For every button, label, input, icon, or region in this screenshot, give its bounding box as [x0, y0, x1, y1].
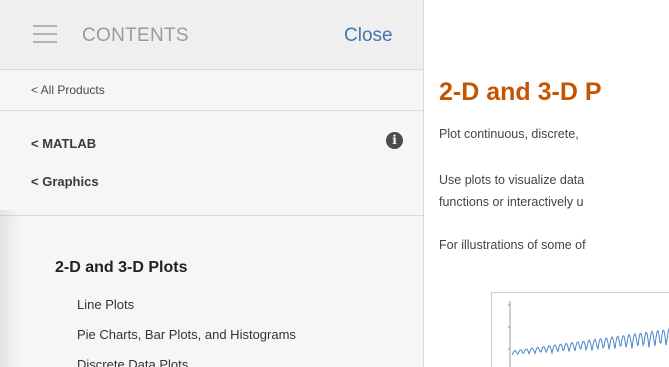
- sidebar-nav: 2-D and 3-D Plots Line Plots Pie Charts,…: [0, 217, 423, 367]
- breadcrumb-graphics[interactable]: < Graphics: [31, 174, 99, 189]
- close-button[interactable]: Close: [344, 25, 393, 47]
- sidebar-section-title[interactable]: 2-D and 3-D Plots: [55, 259, 187, 277]
- sidebar-item-line-plots[interactable]: Line Plots: [77, 297, 134, 312]
- breadcrumb: < MATLAB i < Graphics: [0, 112, 423, 216]
- illustrations-paragraph: For illustrations of some of: [439, 238, 586, 252]
- body-paragraph-line-2: functions or interactively u: [439, 195, 584, 209]
- all-products-link[interactable]: < All Products: [31, 83, 105, 97]
- breadcrumb-matlab[interactable]: < MATLAB: [31, 136, 96, 151]
- sidebar-title: CONTENTS: [82, 25, 189, 46]
- plot-thumbnail-graphic: [508, 301, 669, 367]
- plot-thumbnail[interactable]: [491, 292, 669, 367]
- hamburger-menu-icon[interactable]: [33, 24, 57, 44]
- all-products-link-row[interactable]: < All Products: [0, 71, 423, 111]
- page-title: 2-D and 3-D P: [439, 78, 602, 106]
- main-content: 2-D and 3-D P Plot continuous, discrete,…: [425, 0, 669, 367]
- contents-sidebar: CONTENTS Close < All Products < MATLAB i…: [0, 0, 424, 367]
- sidebar-item-discrete-data-plots[interactable]: Discrete Data Plots: [77, 357, 188, 367]
- body-paragraph-line-1: Use plots to visualize data: [439, 173, 585, 187]
- intro-paragraph: Plot continuous, discrete,: [439, 127, 579, 141]
- info-icon[interactable]: i: [386, 132, 403, 149]
- sidebar-header: CONTENTS Close: [0, 0, 423, 70]
- sidebar-item-pie-bar-histograms[interactable]: Pie Charts, Bar Plots, and Histograms: [77, 327, 296, 342]
